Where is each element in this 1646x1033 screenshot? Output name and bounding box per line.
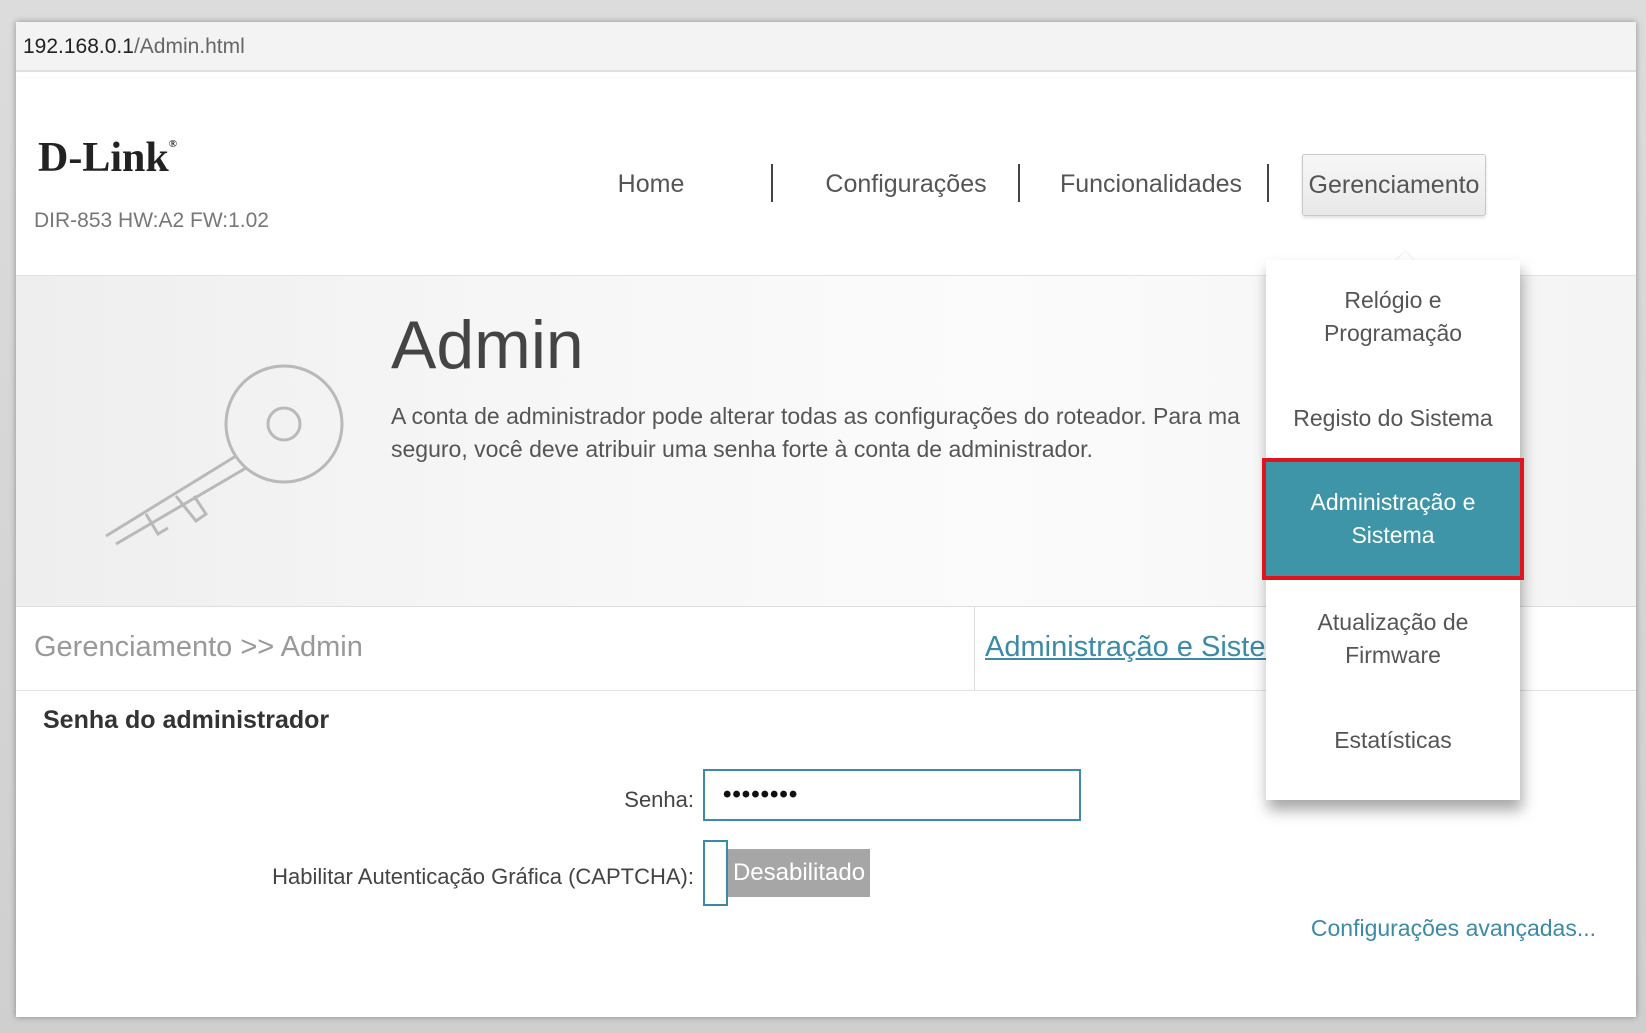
captcha-toggle[interactable]: Desabilitado: [703, 840, 870, 906]
admin-system-link[interactable]: Administração e Sistema: [985, 631, 1306, 664]
key-icon: [105, 364, 344, 546]
nav-configuracoes[interactable]: Configurações: [806, 154, 1006, 214]
router-header: D-Link® DIR-853 HW:A2 FW:1.02 Home Confi…: [16, 79, 1636, 276]
menu-item-firmware[interactable]: Atualização de Firmware: [1266, 606, 1520, 672]
browser-window: 192.168.0.1/Admin.html D-Link® DIR-853 H…: [16, 22, 1636, 1017]
menu-item-estatisticas[interactable]: Estatísticas: [1266, 724, 1520, 757]
url-text[interactable]: 192.168.0.1/Admin.html: [23, 35, 245, 59]
nav-separator: [771, 164, 773, 202]
toggle-track: Desabilitado: [728, 849, 870, 897]
password-label: Senha:: [624, 787, 694, 812]
advanced-settings-link[interactable]: Configurações avançadas...: [1311, 915, 1596, 942]
page-description: A conta de administrador pode alterar to…: [391, 400, 1311, 466]
nav-separator: [1018, 164, 1020, 202]
menu-item-label: Atualização de: [1317, 609, 1469, 635]
menu-item-administracao[interactable]: Administração e Sistema: [1262, 458, 1524, 580]
menu-item-label: Relógio e: [1344, 287, 1442, 313]
page-title: Admin: [391, 307, 584, 383]
url-path: /Admin.html: [133, 35, 245, 58]
menu-item-label: Firmware: [1345, 642, 1441, 668]
nav-separator: [1267, 164, 1269, 202]
captcha-label: Habilitar Autenticação Gráfica (CAPTCHA)…: [272, 864, 694, 889]
description-line: A conta de administrador pode alterar to…: [391, 403, 1240, 429]
url-host: 192.168.0.1: [23, 35, 134, 58]
description-line: seguro, você deve atribuir uma senha for…: [391, 436, 1093, 462]
nav-funcionalidades[interactable]: Funcionalidades: [1046, 154, 1256, 214]
menu-item-relogio[interactable]: Relógio e Programação: [1266, 284, 1520, 350]
nav-gerenciamento[interactable]: Gerenciamento: [1302, 154, 1486, 216]
menu-item-registo[interactable]: Registo do Sistema: [1266, 402, 1520, 435]
main-nav: Home Configurações Funcionalidades Geren…: [16, 154, 1636, 216]
nav-home[interactable]: Home: [596, 154, 706, 214]
address-bar[interactable]: 192.168.0.1/Admin.html: [16, 22, 1636, 72]
toggle-knob[interactable]: [703, 840, 728, 906]
section-title: Senha do administrador: [43, 706, 330, 734]
menu-item-label: Estatísticas: [1334, 727, 1452, 753]
registered-mark: ®: [168, 138, 177, 150]
menu-item-label: Programação: [1323, 320, 1463, 346]
breadcrumb: Gerenciamento >> Admin: [34, 631, 363, 663]
management-dropdown: Relógio e Programação Registo do Sistema…: [1262, 260, 1524, 800]
menu-item-label: Sistema: [1351, 522, 1435, 548]
menu-item-label: Registo do Sistema: [1293, 405, 1493, 431]
password-input[interactable]: ••••••••: [703, 769, 1081, 821]
menu-item-label: Administração e: [1310, 489, 1476, 515]
